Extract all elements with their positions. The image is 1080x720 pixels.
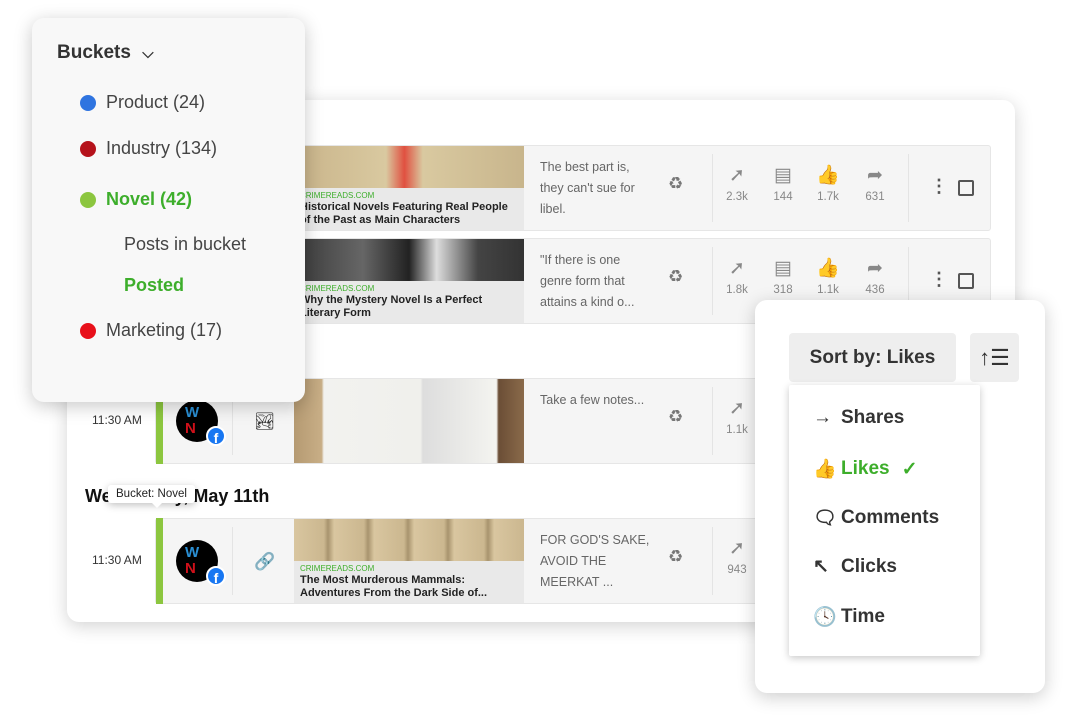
clicks-stat: ➚ 1.1k — [719, 397, 755, 436]
comment-icon: ▤ — [774, 258, 792, 279]
post-text: FOR GOD'S SAKE, AVOID THE MEERKAT ... — [540, 533, 650, 589]
arrow-right-icon: → — [813, 407, 832, 428]
preview-image — [294, 519, 524, 561]
share-icon: ➦ — [867, 258, 883, 279]
recycle-icon[interactable]: ♻ — [668, 547, 683, 567]
preview-image — [294, 239, 524, 281]
comments-stat: ▤ 318 — [765, 257, 801, 296]
sort-option-likes[interactable]: 👍 Likes ✓ — [813, 457, 918, 481]
comment-icon: 🗨 — [813, 508, 838, 529]
sort-panel: Sort by: Likes ↑☰ → Shares 👍 Likes ✓ 🗨 Comme… — [755, 300, 1045, 693]
select-checkbox[interactable] — [958, 180, 974, 196]
post-text: "If there is one genre form that attains… — [540, 253, 635, 309]
recycle-icon[interactable]: ♻ — [668, 407, 683, 427]
bucket-item-product[interactable]: Product (24) — [80, 92, 205, 113]
preview-source: CRIMEREADS.COM — [300, 191, 375, 200]
sort-option-comments[interactable]: 🗨 Comments — [813, 506, 939, 530]
preview-image — [294, 146, 524, 188]
facebook-icon: f — [206, 426, 226, 446]
buckets-dropdown[interactable]: Buckets ⌵ — [57, 42, 154, 64]
more-menu-icon[interactable]: ⋮ — [930, 176, 948, 197]
bucket-item-marketing[interactable]: Marketing (17) — [80, 320, 222, 341]
post-text: The best part is, they can't sue for lib… — [540, 160, 635, 216]
post-time: 11:30 AM — [92, 413, 142, 427]
preview-title: Historical Novels Featuring Real People … — [300, 201, 508, 226]
bucket-color-bar — [156, 518, 163, 604]
post-time: 11:30 AM — [92, 553, 142, 567]
share-icon: ➦ — [867, 165, 883, 186]
preview-title: Why the Mystery Novel Is a Perfect Liter… — [300, 294, 483, 319]
sort-by-button[interactable]: Sort by: Likes — [789, 333, 956, 382]
link-preview[interactable]: CRIMEREADS.COM The Most Murderous Mammals… — [294, 519, 524, 603]
bucket-item-novel[interactable]: Novel (42) — [80, 189, 192, 210]
thumbs-up-icon: 👍 — [816, 165, 840, 186]
likes-stat: 👍 1.7k — [810, 164, 846, 203]
facebook-icon: f — [206, 566, 226, 586]
bucket-tooltip: Bucket: Novel — [108, 485, 195, 508]
image-preview[interactable] — [294, 379, 524, 463]
recycle-icon[interactable]: ♻ — [668, 174, 683, 194]
posted-link[interactable]: Posted — [124, 275, 184, 296]
sort-dropdown: → Shares 👍 Likes ✓ 🗨 Comments ↖ Clicks 🕓 Time — [789, 385, 980, 656]
post-text: Take a few notes... — [540, 393, 645, 407]
preview-source: CRIMEREADS.COM — [300, 284, 375, 293]
sort-option-time[interactable]: 🕓 Time — [813, 605, 885, 629]
preview-title: The Most Murderous Mammals: Adventures F… — [300, 574, 488, 599]
select-checkbox[interactable] — [958, 273, 974, 289]
posts-in-bucket-link[interactable]: Posts in bucket — [124, 234, 246, 255]
image-icon: 🏞 — [254, 412, 276, 431]
click-icon: ➚ — [729, 165, 745, 186]
sort-direction-icon[interactable]: ↑☰ — [970, 333, 1019, 382]
clicks-stat: ➚ 943 — [719, 537, 755, 576]
thumbs-up-icon: 👍 — [813, 459, 837, 480]
shares-stat: ➦ 631 — [857, 164, 893, 203]
shares-stat: ➦ 436 — [857, 257, 893, 296]
arrow-up-left-icon: ↖ — [813, 556, 829, 577]
likes-stat: 👍 1.1k — [810, 257, 846, 296]
avatar: WNf — [176, 400, 226, 446]
bucket-item-industry[interactable]: Industry (134) — [80, 138, 217, 159]
sort-option-clicks[interactable]: ↖ Clicks — [813, 555, 897, 578]
sort-option-shares[interactable]: → Shares — [813, 407, 904, 429]
link-preview[interactable]: CRIMEREADS.COM Historical Novels Featurin… — [294, 146, 524, 230]
clicks-stat: ➚ 1.8k — [719, 257, 755, 296]
avatar: WNf — [176, 540, 226, 586]
more-menu-icon[interactable]: ⋮ — [930, 269, 948, 290]
click-icon: ➚ — [729, 398, 745, 419]
link-icon: 🔗 — [254, 552, 276, 571]
click-icon: ➚ — [729, 538, 745, 559]
comment-icon: ▤ — [774, 165, 792, 186]
clicks-stat: ➚ 2.3k — [719, 164, 755, 203]
chevron-down-icon: ⌵ — [142, 45, 154, 62]
comments-stat: ▤ 144 — [765, 164, 801, 203]
recycle-icon[interactable]: ♻ — [668, 267, 683, 287]
buckets-panel: Buckets ⌵ Product (24) Industry (134) No… — [32, 18, 305, 402]
click-icon: ➚ — [729, 258, 745, 279]
thumbs-up-icon: 👍 — [816, 258, 840, 279]
clock-icon: 🕓 — [813, 607, 837, 628]
link-preview[interactable]: CRIMEREADS.COM Why the Mystery Novel Is a… — [294, 239, 524, 323]
check-icon: ✓ — [901, 458, 918, 480]
preview-source: CRIMEREADS.COM — [300, 564, 375, 573]
